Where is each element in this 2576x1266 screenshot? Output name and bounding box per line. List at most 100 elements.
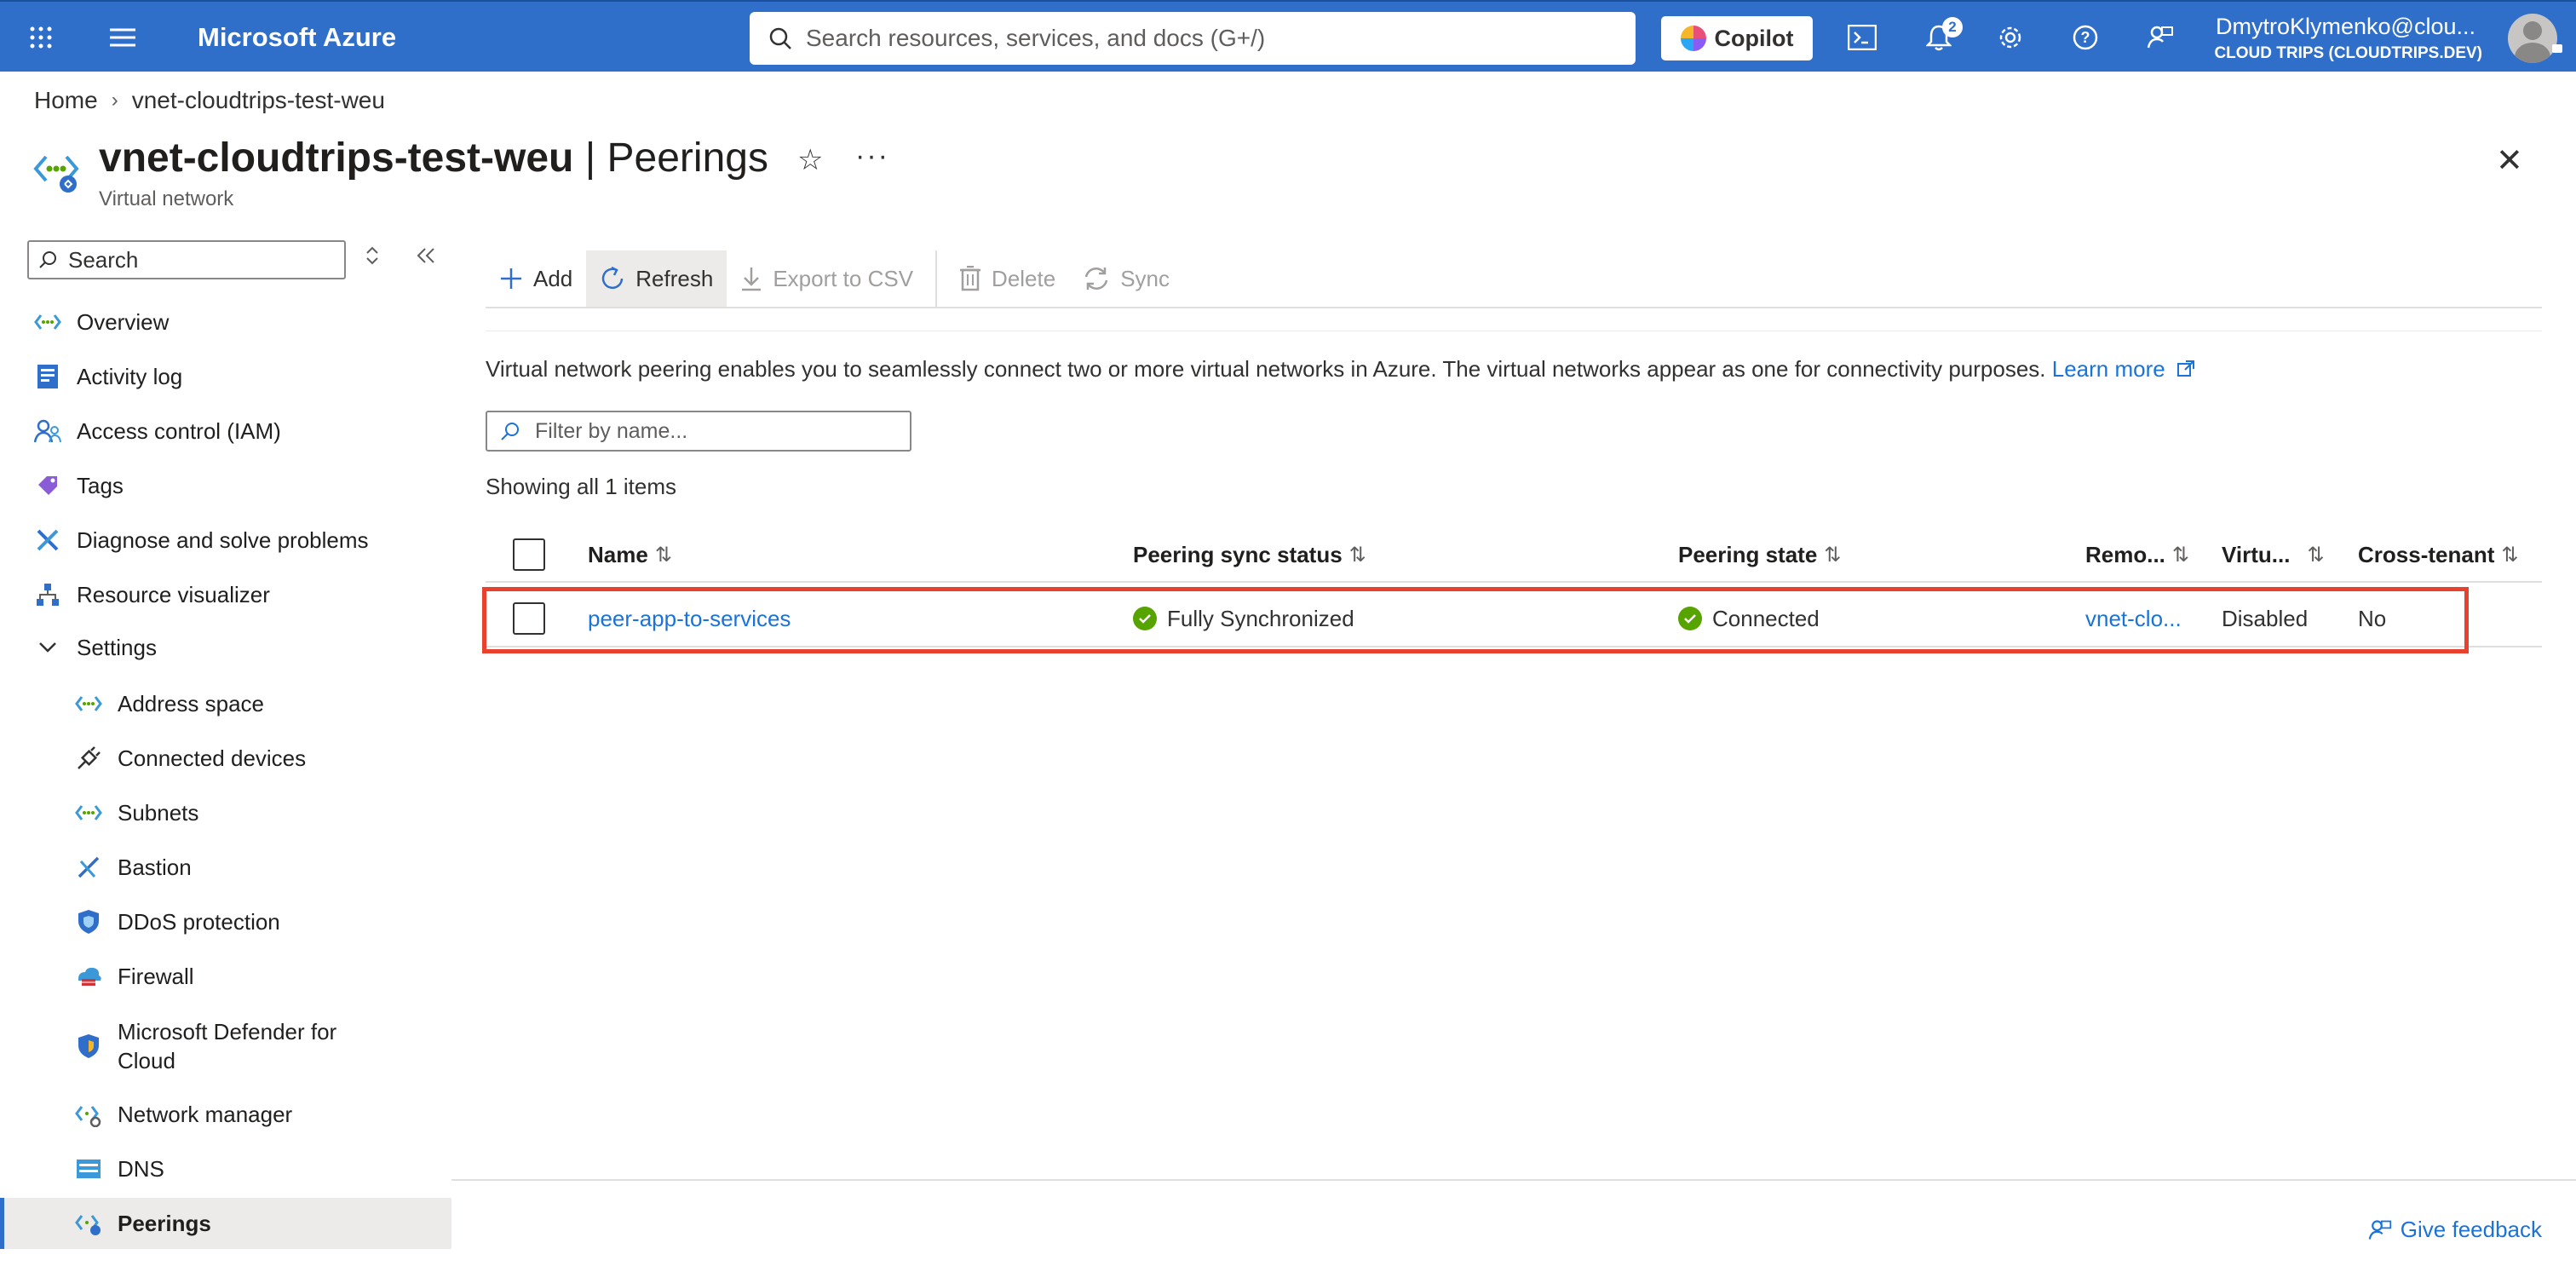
learn-more-label: Learn more [2051, 356, 2165, 382]
table-row[interactable]: peer-app-to-services Fully Synchronized … [486, 591, 2542, 647]
avatar[interactable] [2508, 14, 2557, 63]
sidebar-item-label: Activity log [77, 363, 183, 389]
sidebar-item-access-control[interactable]: Access control (IAM) [0, 406, 451, 457]
peering-name-link[interactable]: peer-app-to-services [588, 591, 791, 646]
column-header-cross-tenant[interactable]: Cross-tenant ⇅ [2358, 528, 2518, 581]
wrench-icon [32, 525, 63, 555]
row-select-checkbox[interactable] [513, 591, 545, 646]
sync-button[interactable]: Sync [1069, 250, 1183, 307]
sort-icon: ⇅ [2307, 543, 2325, 567]
sidebar-item-network-manager[interactable]: Network manager [0, 1089, 451, 1140]
more-options-icon[interactable]: ··· [855, 140, 889, 173]
feedback-icon [2368, 1219, 2391, 1240]
sidebar-item-label: Overview [77, 308, 170, 335]
search-icon [501, 423, 519, 440]
favorite-star-icon[interactable]: ☆ [797, 143, 823, 177]
sidebar-item-bastion[interactable]: Bastion [0, 842, 451, 893]
column-header-virtual[interactable]: Virtu... ⇅ [2222, 528, 2325, 581]
items-count: Showing all 1 items [486, 474, 676, 499]
cloud-shell-icon[interactable] [1845, 20, 1879, 55]
sidebar-item-peerings[interactable]: Peerings [0, 1198, 451, 1249]
sidebar-item-overview[interactable]: Overview [0, 296, 451, 348]
sidebar-group-settings[interactable]: Settings [0, 622, 451, 673]
global-search[interactable] [750, 12, 1636, 65]
breadcrumb-home[interactable]: Home [34, 87, 98, 114]
notifications-icon[interactable]: 2 [1922, 17, 1963, 55]
title-divider: | [573, 135, 607, 181]
sidebar-item-label: DDoS protection [118, 908, 280, 935]
refresh-button[interactable]: Refresh [586, 250, 727, 307]
column-header-name[interactable]: Name ⇅ [588, 528, 672, 581]
checkbox[interactable] [513, 602, 545, 635]
remote-network-link[interactable]: vnet-clo... [2085, 591, 2182, 646]
table-header: Name ⇅ Peering sync status ⇅ Peering state… [486, 528, 2542, 583]
close-blade-icon[interactable]: ✕ [2496, 141, 2523, 180]
sidebar-item-resource-visualizer[interactable]: Resource visualizer [0, 569, 451, 620]
feedback-person-icon[interactable] [2143, 20, 2177, 55]
tag-icon [32, 470, 63, 501]
sidebar-item-ddos-protection[interactable]: DDoS protection [0, 896, 451, 947]
checkbox[interactable] [513, 538, 545, 571]
sidebar-item-firewall[interactable]: Firewall [0, 951, 451, 1002]
activity-log-icon [32, 361, 63, 392]
sidebar-item-label: Tags [77, 472, 124, 498]
add-button[interactable]: Add [486, 250, 586, 307]
sidebar-item-address-space[interactable]: Address space [0, 678, 451, 729]
delete-button[interactable]: Delete [946, 250, 1069, 307]
external-link-icon [2176, 360, 2194, 377]
global-search-input[interactable] [804, 24, 1574, 53]
trash-icon [960, 266, 981, 291]
export-csv-button[interactable]: Export to CSV [727, 250, 927, 307]
sidebar-item-tags[interactable]: Tags [0, 460, 451, 511]
column-header-remote[interactable]: Remo... ⇅ [2085, 528, 2189, 581]
filter-input[interactable] [533, 417, 894, 445]
search-icon [39, 251, 56, 268]
help-icon[interactable]: ? [2068, 20, 2102, 55]
sort-icon: ⇅ [2171, 543, 2190, 567]
delete-label: Delete [992, 265, 1056, 291]
breadcrumb-current[interactable]: vnet-cloudtrips-test-weu [132, 87, 385, 114]
page-title: vnet-cloudtrips-test-weu | Peerings [99, 135, 768, 181]
user-account-name[interactable]: DmytroKlymenko@clou... [2216, 14, 2475, 40]
sidebar-search[interactable] [27, 240, 346, 279]
sort-toggle-icon[interactable] [365, 244, 380, 273]
breadcrumb-chevron-icon: › [111, 89, 118, 112]
sidebar-item-label: Network manager [118, 1101, 293, 1127]
sidebar-item-subnets[interactable]: Subnets [0, 787, 451, 838]
give-feedback-link[interactable]: Give feedback [2368, 1217, 2542, 1243]
sidebar-item-connected-devices[interactable]: Connected devices [0, 733, 451, 784]
copilot-label: Copilot [1714, 25, 1794, 51]
copilot-icon [1680, 26, 1706, 51]
sidebar-item-dns[interactable]: DNS [0, 1143, 451, 1194]
shield-icon [73, 906, 104, 937]
vnet-icon [73, 797, 104, 828]
cross-tenant-cell: No [2358, 605, 2387, 631]
column-header-peering-state[interactable]: Peering state ⇅ [1678, 528, 1841, 581]
select-all-checkbox[interactable] [513, 528, 545, 581]
dns-icon [73, 1154, 104, 1184]
sidebar-item-label: Address space [118, 690, 264, 716]
visualizer-icon [32, 579, 63, 610]
sidebar-item-defender[interactable]: Microsoft Defender for Cloud [0, 1010, 451, 1082]
hamburger-menu-icon[interactable] [106, 20, 140, 55]
copilot-button[interactable]: Copilot [1661, 16, 1813, 60]
filter-by-name[interactable] [486, 411, 911, 452]
sidebar-item-label: Access control (IAM) [77, 417, 281, 444]
command-bar: Add Refresh Export to CSV Delete Sync [486, 250, 2542, 308]
settings-gear-icon[interactable] [1993, 20, 2027, 55]
sidebar-item-diagnose[interactable]: Diagnose and solve problems [0, 515, 451, 566]
column-header-sync-status[interactable]: Peering sync status ⇅ [1133, 528, 1366, 581]
user-tenant[interactable]: CLOUD TRIPS (CLOUDTRIPS.DEV) [2214, 44, 2482, 63]
description-text: Virtual network peering enables you to s… [486, 356, 2052, 382]
sidebar-search-input[interactable] [66, 245, 325, 274]
virtual-cell: Disabled [2222, 605, 2309, 631]
success-check-icon [1133, 607, 1157, 630]
network-manager-icon [73, 1099, 104, 1130]
vnet-icon [73, 688, 104, 719]
sidebar-item-activity-log[interactable]: Activity log [0, 351, 451, 402]
learn-more-link[interactable]: Learn more [2052, 356, 2195, 382]
brand-title[interactable]: Microsoft Azure [198, 22, 396, 53]
app-launcher-icon[interactable] [24, 20, 58, 55]
collapse-sidebar-icon[interactable] [416, 244, 436, 273]
sort-icon: ⇅ [2501, 543, 2519, 567]
